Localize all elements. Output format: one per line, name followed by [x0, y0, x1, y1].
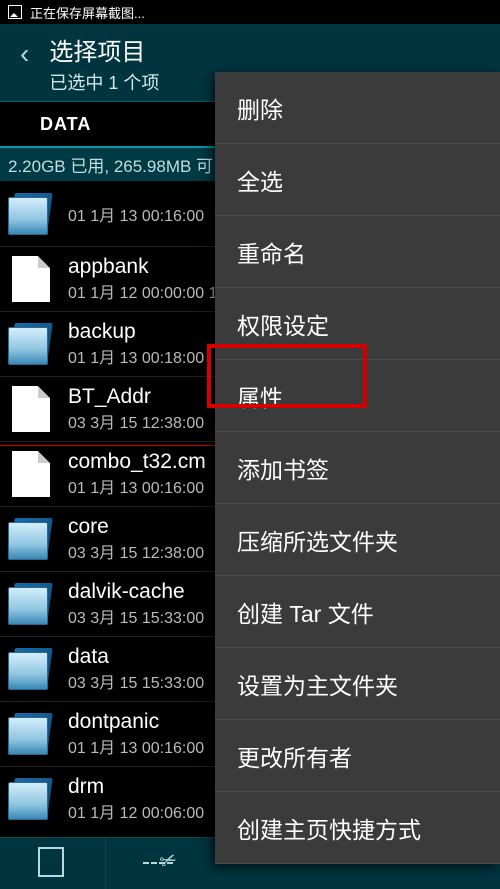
file-name: combo_t32.cm [68, 450, 206, 474]
status-text: 正在保存屏幕截图... [30, 3, 145, 22]
menu-change-owner[interactable]: 更改所有者 [215, 720, 500, 792]
file-name: drm [68, 775, 204, 799]
file-date: 03 3月 15 12:38:00 [68, 409, 204, 433]
file-date: 03 3月 15 15:33:00 [68, 604, 204, 628]
menu-bookmark[interactable]: 添加书签 [215, 432, 500, 504]
menu-select-all[interactable]: 全选 [215, 144, 500, 216]
folder-icon [8, 711, 54, 757]
file-date: 01 1月 13 00:16:00 [68, 474, 206, 498]
menu-delete[interactable]: 删除 [215, 72, 500, 144]
menu-rename[interactable]: 重命名 [215, 216, 500, 288]
folder-icon [8, 321, 54, 367]
file-date: 03 3月 15 12:38:00 [68, 539, 204, 563]
menu-compress[interactable]: 压缩所选文件夹 [215, 504, 500, 576]
file-date: 01 1月 13 00:16:00 [68, 202, 204, 226]
file-name: core [68, 515, 204, 539]
menu-set-home[interactable]: 设置为主文件夹 [215, 648, 500, 720]
cut-icon [143, 852, 173, 876]
page-title: 选择项目 [49, 32, 159, 67]
folder-icon [8, 776, 54, 822]
cut-button[interactable] [105, 838, 210, 889]
menu-properties[interactable]: 属性 [215, 360, 500, 432]
file-date: 01 1月 12 00:00:00 1 [68, 279, 217, 303]
header-titles: 选择项目 已选中 1 个项 [49, 32, 159, 95]
file-icon [8, 451, 54, 497]
copy-icon [42, 851, 64, 877]
folder-icon [8, 516, 54, 562]
folder-icon [8, 191, 54, 237]
folder-icon [8, 581, 54, 627]
file-name: dalvik-cache [68, 580, 204, 604]
back-button[interactable]: ‹ [14, 32, 49, 70]
file-date: 01 1月 12 00:06:00 [68, 799, 204, 823]
folder-icon [8, 646, 54, 692]
file-name: dontpanic [68, 710, 204, 734]
file-date: 01 1月 13 00:16:00 [68, 734, 204, 758]
menu-permissions[interactable]: 权限设定 [215, 288, 500, 360]
context-menu: 删除 全选 重命名 权限设定 属性 添加书签 压缩所选文件夹 创建 Tar 文件… [215, 72, 500, 864]
file-name: backup [68, 320, 204, 344]
menu-create-tar[interactable]: 创建 Tar 文件 [215, 576, 500, 648]
file-icon [8, 386, 54, 432]
file-name: data [68, 645, 204, 669]
picture-icon [8, 5, 22, 19]
tab-data[interactable]: DATA [0, 114, 131, 135]
status-bar: 正在保存屏幕截图... [0, 0, 500, 24]
file-date: 03 3月 15 15:33:00 [68, 669, 204, 693]
file-name: BT_Addr [68, 385, 204, 409]
file-date: 01 1月 13 00:18:00 [68, 344, 204, 368]
menu-create-shortcut[interactable]: 创建主页快捷方式 [215, 792, 500, 864]
file-name: appbank [68, 255, 217, 279]
selection-count: 已选中 1 个项 [49, 69, 159, 95]
file-icon [8, 256, 54, 302]
copy-button[interactable] [0, 838, 105, 889]
